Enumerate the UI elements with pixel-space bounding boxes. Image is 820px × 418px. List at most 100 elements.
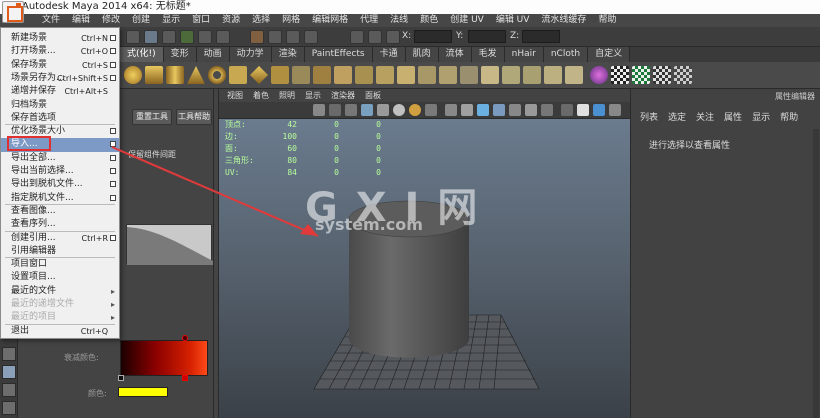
file-menu-item[interactable]: 归档场景 [1, 99, 119, 112]
option-box-icon[interactable] [110, 61, 116, 68]
tool-help-button[interactable]: 工具帮助 [176, 109, 212, 125]
checker-map-icon[interactable] [611, 66, 629, 84]
file-menu-item[interactable]: 引用编辑器 [1, 245, 119, 258]
cone-icon[interactable] [187, 66, 205, 84]
cube-icon[interactable] [145, 66, 163, 84]
ae-menu-attributes[interactable]: 属性 [719, 110, 747, 123]
tab-animation[interactable]: 动画 [196, 47, 230, 62]
y-field[interactable] [468, 30, 506, 43]
file-menu-item[interactable]: 导出当前选择... [1, 165, 119, 178]
bevel-icon[interactable] [544, 66, 562, 84]
input-mode-icon[interactable] [350, 30, 364, 44]
option-box-icon[interactable] [110, 181, 116, 188]
falloff-color-ramp[interactable] [120, 340, 208, 376]
ramp-handle-red[interactable] [182, 375, 188, 381]
file-menu-item[interactable]: 查看序列... [1, 218, 119, 231]
menu-assets[interactable]: 资源 [216, 14, 246, 27]
ramp-handle-black[interactable] [118, 375, 124, 381]
layout-single-icon[interactable] [2, 347, 16, 361]
file-menu-item[interactable]: 导出到脱机文件... [1, 178, 119, 191]
render-icon[interactable] [268, 30, 282, 44]
combine-icon[interactable] [334, 66, 352, 84]
menu-select[interactable]: 选择 [246, 14, 276, 27]
tab-painteffects[interactable]: PaintEffects [304, 47, 373, 62]
option-box-icon[interactable] [110, 168, 116, 174]
pipe-icon[interactable] [271, 66, 289, 84]
tab-polygons[interactable]: 式(化!) [120, 47, 164, 62]
option-box-icon[interactable] [110, 234, 116, 241]
render-settings-icon[interactable] [304, 30, 318, 44]
menu-display[interactable]: 显示 [156, 14, 186, 27]
file-menu-item[interactable]: 场景另存为... Ctrl+Shift+S [1, 72, 119, 85]
snap-icon[interactable] [180, 30, 194, 44]
snap-curve-icon[interactable] [198, 30, 212, 44]
tab-fur[interactable]: 毛发 [471, 47, 505, 62]
file-menu-item[interactable]: 最近的文件 ▸ [1, 285, 119, 298]
mode-icon[interactable] [126, 30, 140, 44]
ae-menu-show[interactable]: 显示 [747, 110, 775, 123]
tab-fluids[interactable]: 流体 [438, 47, 472, 62]
cylinder-icon[interactable] [166, 66, 184, 84]
option-box-icon[interactable] [110, 48, 116, 55]
ipr-icon[interactable] [286, 30, 300, 44]
layout-four-icon[interactable] [2, 365, 16, 379]
attribute-editor-scrollbar[interactable] [813, 129, 819, 418]
tab-dynamics[interactable]: 动力学 [229, 47, 272, 62]
menu-edit[interactable]: 编辑 [66, 14, 96, 27]
option-box-icon[interactable] [110, 154, 116, 161]
option-box-icon[interactable] [110, 35, 116, 41]
append-icon[interactable] [502, 66, 520, 84]
ramp-handle[interactable] [182, 335, 188, 341]
file-menu-item[interactable]: 保存首选项 [1, 112, 119, 125]
ae-menu-list[interactable]: 列表 [635, 110, 663, 123]
layout-persp-icon[interactable] [2, 383, 16, 397]
pyramid-icon[interactable] [250, 66, 268, 84]
reduce-icon[interactable] [418, 66, 436, 84]
layout-outliner-icon[interactable] [2, 401, 16, 415]
auto-map-icon[interactable] [674, 66, 692, 84]
menu-file[interactable]: 文件 [36, 14, 66, 27]
plane-icon[interactable] [229, 66, 247, 84]
menu-create-uv[interactable]: 创建 UV [444, 14, 490, 27]
smooth-icon[interactable] [397, 66, 415, 84]
sphere-icon[interactable] [124, 66, 142, 84]
save-icon[interactable] [144, 30, 158, 44]
file-menu-item[interactable]: 查看图像... [1, 205, 119, 218]
menu-modify[interactable]: 修改 [96, 14, 126, 27]
file-menu-item[interactable]: 递增并保存 Ctrl+Alt+S [1, 85, 119, 98]
uv-checker-icon[interactable] [632, 66, 650, 84]
absolute-icon[interactable] [386, 30, 400, 44]
menu-create[interactable]: 创建 [126, 14, 156, 27]
menu-color[interactable]: 颜色 [414, 14, 444, 27]
perspective-viewport[interactable]: 视图 着色 照明 显示 渲染器 面板 顶点: 42 0 0 边: 100 0 0… [218, 89, 631, 418]
file-menu-item[interactable]: 打开场景... Ctrl+O [1, 45, 119, 58]
select-mode-icon[interactable] [162, 30, 176, 44]
file-menu-item[interactable]: 保存场景 Ctrl+S [1, 59, 119, 72]
falloff-curve[interactable] [126, 224, 213, 265]
split-icon[interactable] [523, 66, 541, 84]
menu-help[interactable]: 帮助 [592, 14, 622, 27]
color-swatch[interactable] [118, 387, 168, 397]
lock-icon[interactable] [368, 30, 382, 44]
tab-custom[interactable]: 自定义 [588, 47, 631, 62]
file-menu-item[interactable]: 新建场景 Ctrl+N [1, 32, 119, 45]
menu-edit-mesh[interactable]: 编辑网格 [306, 14, 354, 27]
file-menu-item[interactable]: 最近的递增文件 ▸ [1, 298, 119, 311]
soccer-ball-icon[interactable] [313, 66, 331, 84]
file-menu-item[interactable]: 退出 Ctrl+Q [1, 325, 119, 338]
uv-sphere-icon[interactable] [590, 66, 608, 84]
file-menu-item[interactable]: 最近的项目 ▸ [1, 311, 119, 324]
x-field[interactable] [414, 30, 452, 43]
history-icon[interactable] [250, 30, 264, 44]
torus-icon[interactable] [208, 66, 226, 84]
maya-app-icon[interactable] [2, 1, 24, 23]
file-menu-item[interactable]: 创建引用... Ctrl+R [1, 232, 119, 245]
option-box-icon[interactable] [110, 141, 116, 148]
merge-icon[interactable] [565, 66, 583, 84]
option-box-icon[interactable] [110, 194, 116, 201]
separate-icon[interactable] [355, 66, 373, 84]
tab-ncloth[interactable]: nCloth [543, 47, 589, 62]
file-menu-item[interactable]: 项目窗口 [1, 258, 119, 271]
planar-map-icon[interactable] [653, 66, 671, 84]
menu-normals[interactable]: 法线 [384, 14, 414, 27]
